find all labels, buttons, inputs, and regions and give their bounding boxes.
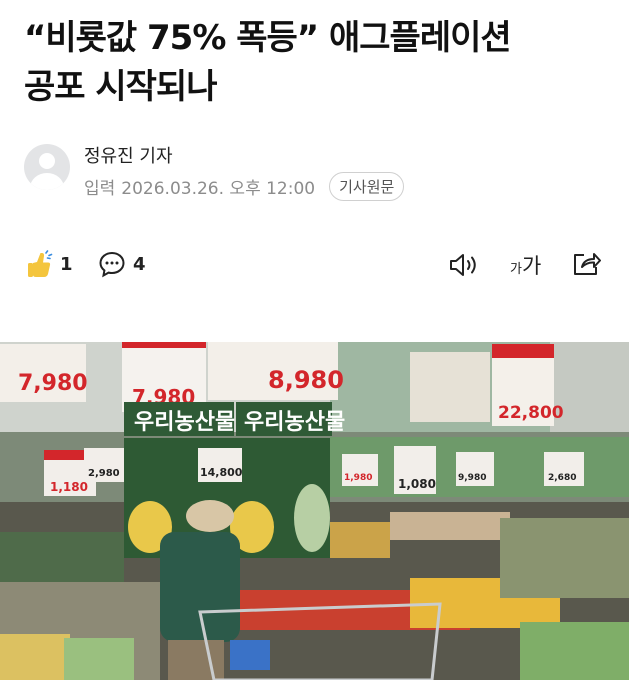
article-photo: 7,980 7,980 8,980 22,800 우리농산물 우리농산물 1,1…: [0, 342, 629, 680]
price-tag-11: 2,680: [548, 473, 576, 483]
price-tag-4: 22,800: [498, 403, 564, 423]
comment-count: 4: [133, 253, 146, 275]
price-sign-4: 22,800: [492, 344, 564, 426]
price-sign-3: 8,980: [208, 342, 344, 400]
font-size-button[interactable]: 가가: [510, 250, 541, 280]
clap-hand-icon: [28, 250, 53, 277]
price-tag-8: 1,980: [344, 473, 372, 483]
supermarket-photo: 7,980 7,980 8,980 22,800 우리농산물 우리농산물 1,1…: [0, 342, 629, 680]
date-label: 입력: [84, 179, 116, 199]
price-sign-1: 7,980: [0, 344, 88, 402]
headline-line-2: 공포 시작되나: [24, 67, 218, 107]
price-tag-9: 1,080: [398, 477, 436, 491]
price-tag-7: 14,800: [200, 466, 243, 479]
font-size-big-glyph: 가: [521, 254, 542, 278]
banner-text-1: 우리농산물: [134, 410, 235, 435]
comment-button[interactable]: 4: [98, 250, 146, 278]
original-article-button[interactable]: 기사원문: [329, 172, 405, 201]
avatar-body-icon: [30, 173, 64, 190]
headline-line-1: “비룟값 75% 폭등” 애그플레이션: [24, 18, 512, 58]
price-tag-6: 2,980: [88, 468, 120, 479]
comment-bubble-icon: [99, 251, 125, 278]
price-tag-5: 1,180: [50, 480, 88, 494]
font-size-small-glyph: 가: [510, 262, 522, 277]
banner-1: 우리농산물: [124, 402, 235, 436]
action-bar: 1 4 가가: [0, 246, 629, 282]
price-tag-10: 9,980: [458, 473, 486, 483]
listen-button[interactable]: [448, 252, 480, 282]
banner-2: 우리농산물: [236, 402, 345, 436]
avatar-head-icon: [39, 153, 55, 169]
share-icon: [574, 253, 601, 275]
price-tag-3: 8,980: [268, 366, 344, 394]
article-meta: 입력 2026.03.26. 오후 12:00 기사원문: [84, 172, 405, 201]
share-button[interactable]: [572, 251, 602, 281]
reporter-name[interactable]: 정유진 기자: [84, 142, 173, 168]
publish-date: 2026.03.26. 오후 12:00: [121, 179, 316, 199]
reporter-avatar[interactable]: [24, 144, 70, 190]
price-sign-2: 7,980: [122, 342, 206, 412]
speaker-icon: [450, 254, 476, 276]
like-count: 1: [60, 253, 73, 275]
banner-text-2: 우리농산물: [244, 410, 345, 435]
like-button[interactable]: 1: [27, 250, 73, 278]
article-headline: “비룟값 75% 폭등” 애그플레이션 공포 시작되나: [24, 14, 614, 112]
price-tag-1: 7,980: [18, 371, 88, 396]
